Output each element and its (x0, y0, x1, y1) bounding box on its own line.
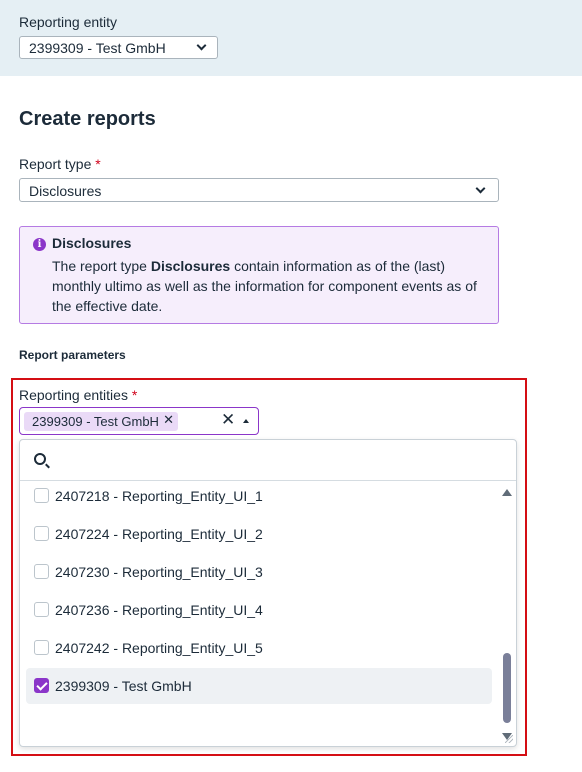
clear-selection-icon[interactable]: ✕ (221, 410, 235, 430)
checkbox[interactable] (34, 640, 49, 655)
option-item-selected[interactable]: 2399309 - Test GmbH (26, 668, 492, 704)
option-item[interactable]: 2407224 - Reporting_Entity_UI_2 (26, 516, 492, 552)
option-label: 2407218 - Reporting_Entity_UI_1 (55, 488, 263, 504)
reporting-entities-multiselect[interactable]: 2399309 - Test GmbH ✕ ✕ (19, 407, 259, 435)
report-type-select[interactable]: Disclosures (19, 178, 499, 202)
chip-remove-icon[interactable]: ✕ (163, 412, 174, 428)
checkbox[interactable] (34, 526, 49, 541)
info-icon: i (33, 238, 46, 251)
resize-grip-icon[interactable] (505, 735, 513, 743)
checkbox[interactable] (34, 602, 49, 617)
info-title: Disclosures (52, 235, 132, 251)
report-parameters-heading: Report parameters (19, 348, 126, 362)
chevron-down-icon (196, 40, 207, 51)
option-item[interactable]: 2407218 - Reporting_Entity_UI_1 (26, 478, 492, 514)
reporting-entity-value: 2399309 - Test GmbH (29, 40, 166, 56)
option-item[interactable]: 2407230 - Reporting_Entity_UI_3 (26, 554, 492, 590)
reporting-entities-label-text: Reporting entities (19, 387, 128, 403)
scroll-up-arrow-icon[interactable] (502, 489, 512, 496)
report-type-label: Report type * (19, 156, 101, 172)
reporting-entity-label: Reporting entity (19, 14, 118, 30)
option-label: 2407224 - Reporting_Entity_UI_2 (55, 526, 263, 542)
required-mark: * (95, 156, 101, 172)
info-box: i Disclosures The report type Disclosure… (19, 226, 499, 324)
chevron-down-icon (475, 183, 486, 194)
info-text-before: The report type (52, 258, 151, 274)
search-icon (34, 453, 46, 465)
reporting-entities-label: Reporting entities * (19, 387, 137, 403)
option-label: 2407236 - Reporting_Entity_UI_4 (55, 602, 263, 618)
scrollbar-thumb[interactable] (503, 653, 511, 723)
option-label: 2407230 - Reporting_Entity_UI_3 (55, 564, 263, 580)
checkbox-checked[interactable] (34, 678, 49, 693)
page-title: Create reports (19, 108, 156, 130)
reporting-entity-header: Reporting entity 2399309 - Test GmbH (0, 0, 582, 76)
option-label: 2399309 - Test GmbH (55, 678, 192, 694)
report-type-label-text: Report type (19, 156, 92, 172)
search-input[interactable] (58, 448, 498, 472)
caret-up-icon[interactable] (243, 419, 249, 423)
required-mark: * (131, 387, 138, 403)
report-type-value: Disclosures (29, 183, 102, 199)
dropdown-search (20, 440, 516, 481)
option-item[interactable]: 2407236 - Reporting_Entity_UI_4 (26, 592, 492, 628)
info-text-bold: Disclosures (150, 258, 231, 274)
option-label: 2407242 - Reporting_Entity_UI_5 (55, 640, 263, 656)
option-item[interactable]: 2407242 - Reporting_Entity_UI_5 (26, 630, 492, 666)
info-text: The report type Disclosures contain info… (52, 256, 492, 316)
chip-label: 2399309 - Test GmbH (32, 414, 159, 429)
reporting-entity-select[interactable]: 2399309 - Test GmbH (19, 36, 218, 59)
selected-chip: 2399309 - Test GmbH ✕ (24, 412, 178, 431)
checkbox[interactable] (34, 564, 49, 579)
reporting-entities-dropdown: 2407218 - Reporting_Entity_UI_1 2407224 … (19, 439, 517, 747)
checkbox[interactable] (34, 488, 49, 503)
